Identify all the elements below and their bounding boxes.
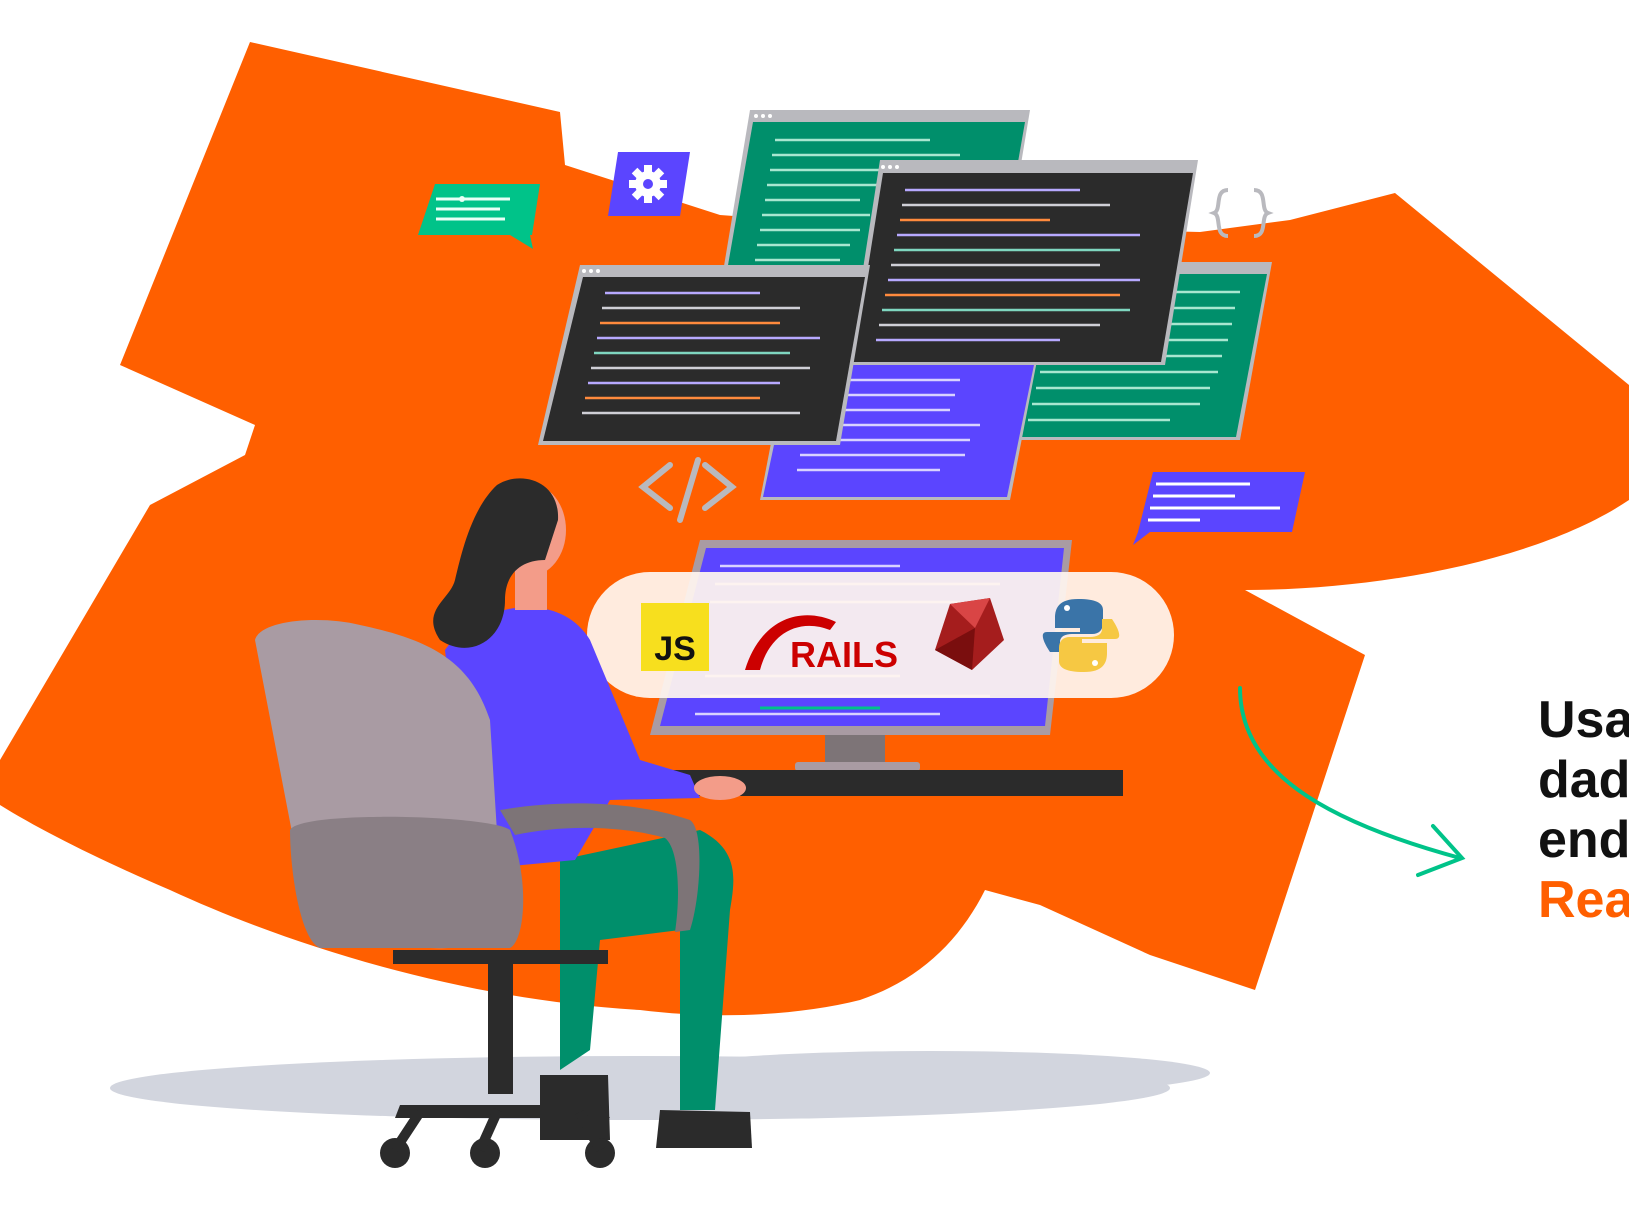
gear-icon — [608, 152, 690, 216]
headline-line-3: end — [1538, 811, 1629, 869]
javascript-logo: JS — [641, 603, 709, 671]
headline: Usa dad end Rea — [1538, 690, 1629, 930]
headline-line-4: Rea — [1538, 871, 1629, 929]
headline-line-2: dad — [1538, 751, 1629, 809]
js-logo-text: JS — [654, 630, 696, 668]
code-window-dark-right — [848, 160, 1198, 365]
hero-illustration: JS RAILS — [0, 42, 1629, 1168]
headline-line-1: Usa — [1538, 691, 1629, 749]
code-window-dark-left — [538, 265, 870, 445]
rails-logo-text: RAILS — [790, 634, 898, 675]
floor-shadow — [110, 1051, 1210, 1120]
